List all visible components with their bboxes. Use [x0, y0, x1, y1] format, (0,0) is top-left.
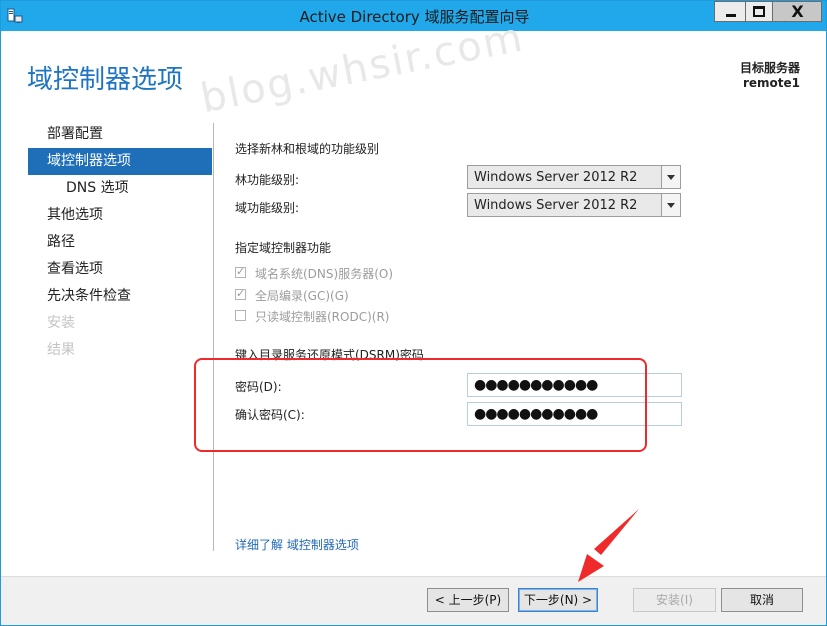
wizard-window: Active Directory 域服务配置向导 X blog.whsir.co… [0, 0, 827, 626]
nav-item-dc-options[interactable]: 域控制器选项 [28, 148, 212, 175]
forest-level-label: 林功能级别: [235, 173, 300, 187]
nav-item-additional-options[interactable]: 其他选项 [28, 202, 212, 229]
arrow-shaft [594, 509, 639, 555]
minimize-button[interactable] [714, 1, 746, 22]
nav-item-dns-options[interactable]: DNS 选项 [28, 175, 212, 202]
domain-level-label: 域功能级别: [235, 201, 300, 215]
dns-server-label: 域名系统(DNS)服务器(O) [255, 267, 394, 281]
target-server-label: 目标服务器 [739, 61, 800, 75]
wizard-nav: 部署配置 域控制器选项 DNS 选项 其他选项 路径 查看选项 先决条件检查 安… [28, 121, 212, 364]
maximize-button[interactable] [746, 1, 773, 22]
checkbox-box[interactable]: ✓ [235, 265, 246, 278]
page-title: 域控制器选项 [27, 65, 184, 95]
rodc-label: 只读域控制器(RODC)(R) [255, 310, 390, 324]
target-server-name: remote1 [742, 76, 800, 90]
functional-level-heading: 选择新林和根域的功能级别 [235, 142, 380, 156]
nav-item-results: 结果 [47, 342, 75, 358]
checkbox-box[interactable] [235, 310, 246, 321]
checkbox-box[interactable]: ✓ [235, 287, 246, 300]
dc-capabilities-heading: 指定域控制器功能 [235, 241, 332, 255]
chevron-down-icon[interactable] [661, 194, 680, 216]
nav-item-paths[interactable]: 路径 [28, 229, 212, 256]
learn-more-link[interactable]: 详细了解 域控制器选项 [235, 536, 359, 553]
checkmark-icon: ✓ [236, 265, 246, 278]
title-bar[interactable]: Active Directory 域服务配置向导 X [1, 1, 826, 31]
maximize-icon [753, 6, 765, 17]
forest-level-select[interactable]: Windows Server 2012 R2 [467, 165, 681, 189]
chevron-down-icon[interactable] [661, 166, 680, 188]
cancel-button[interactable]: 取消 [721, 588, 803, 612]
domain-level-value: Windows Server 2012 R2 [474, 198, 638, 213]
next-button[interactable]: 下一步(N) > [518, 588, 598, 612]
install-button: 安装(I) [633, 588, 716, 612]
global-catalog-label: 全局编录(GC)(G) [255, 289, 349, 303]
nav-item-prerequisites-check[interactable]: 先决条件检查 [28, 283, 212, 310]
highlight-box [194, 358, 647, 452]
domain-level-select[interactable]: Windows Server 2012 R2 [467, 193, 681, 217]
nav-divider [213, 123, 214, 551]
close-button[interactable]: X [773, 1, 822, 22]
window-title: Active Directory 域服务配置向导 [299, 8, 530, 26]
nav-item-deployment-config[interactable]: 部署配置 [28, 121, 212, 148]
checkmark-icon: ✓ [236, 287, 246, 300]
close-icon: X [791, 2, 804, 21]
nav-item-review-options[interactable]: 查看选项 [28, 256, 212, 283]
forest-level-value: Windows Server 2012 R2 [474, 170, 638, 185]
minimize-icon [726, 14, 736, 17]
previous-button[interactable]: < 上一步(P) [427, 588, 509, 612]
nav-item-installation: 安装 [47, 315, 75, 331]
